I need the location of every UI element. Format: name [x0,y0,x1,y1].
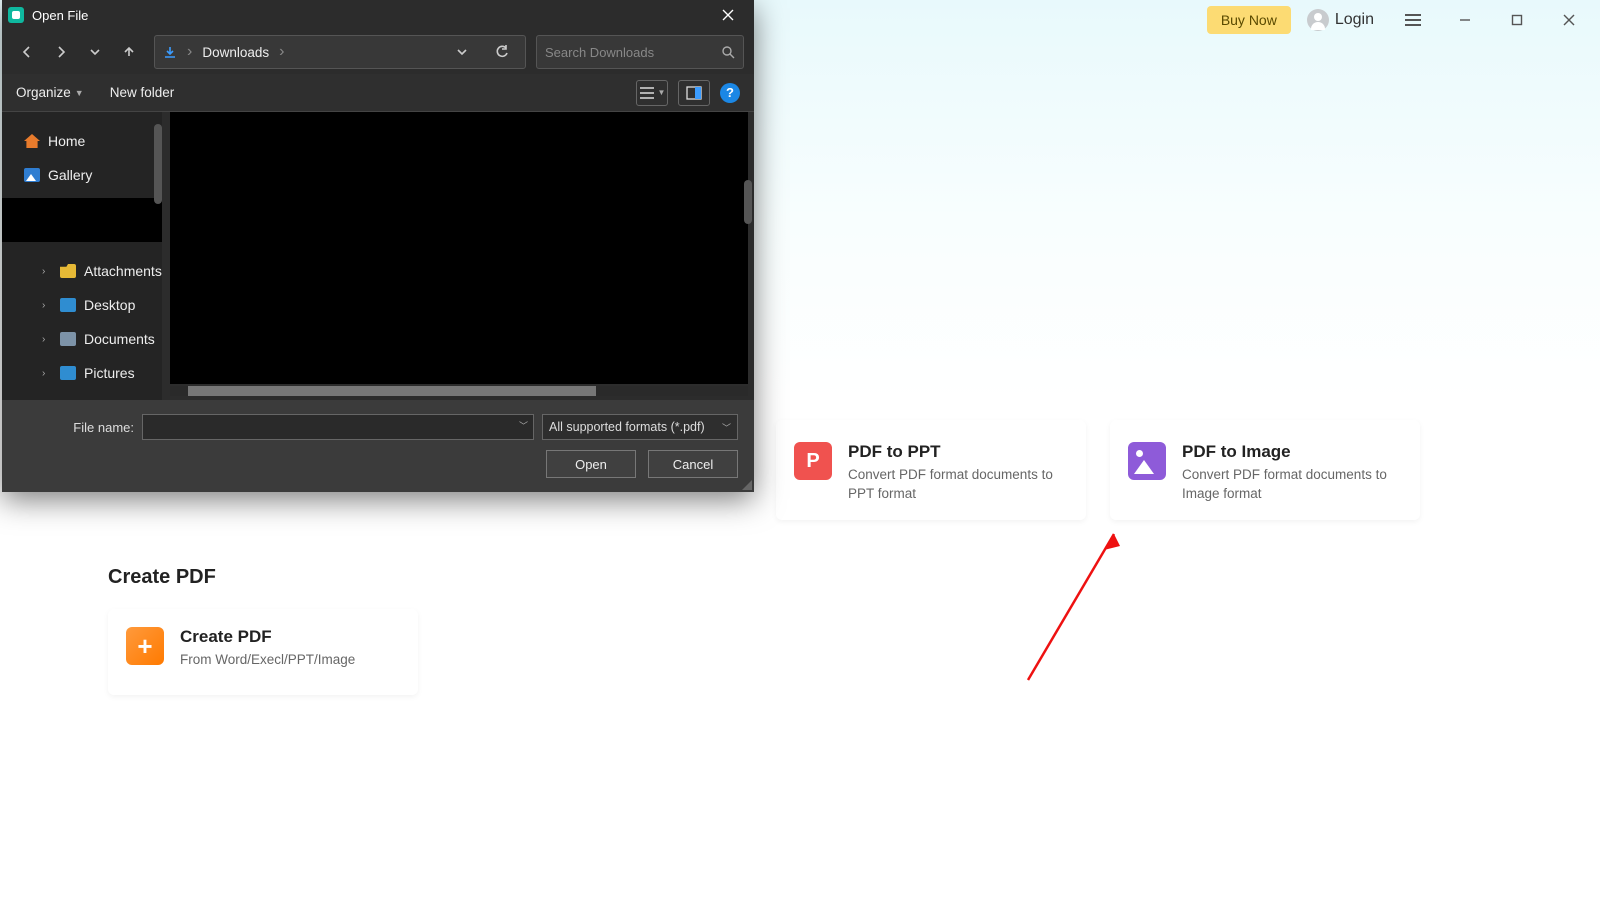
recent-dropdown-button[interactable] [80,37,110,67]
home-icon [24,134,40,148]
organize-button[interactable]: Organize▼ [16,85,84,100]
folder-icon [60,264,76,278]
desktop-icon [60,298,76,312]
search-input[interactable] [545,45,721,60]
minimize-button[interactable] [1442,0,1488,40]
search-icon [721,45,735,59]
card-desc: Convert PDF format documents to Image fo… [1182,466,1402,504]
gallery-icon [24,168,40,182]
avatar-icon [1307,9,1329,31]
horizontal-scrollbar[interactable] [170,386,748,396]
new-folder-button[interactable]: New folder [110,85,175,100]
download-folder-icon [163,45,177,59]
filename-input[interactable] [142,414,534,440]
card-desc: Convert PDF format documents to PPT form… [848,466,1068,504]
create-pdf-card[interactable]: Create PDF From Word/Execl/PPT/Image [108,609,418,695]
tree-redacted-item[interactable] [2,198,162,242]
filetype-select[interactable]: All supported formats (*.pdf) ﹀ [542,414,738,440]
section-title-create: Create PDF [108,566,1420,589]
refresh-button[interactable] [487,37,517,67]
expand-icon[interactable]: › [42,334,52,345]
dialog-footer: File name: ﹀ All supported formats (*.pd… [2,400,754,492]
close-app-button[interactable] [1546,0,1592,40]
chevron-right-icon: › [279,43,284,61]
tree-gallery[interactable]: Gallery [2,158,162,192]
breadcrumb-bar[interactable]: › Downloads › [154,35,526,69]
nav-toolbar: › Downloads › [2,30,754,74]
image-icon [1128,442,1166,480]
plus-icon [126,627,164,665]
expand-icon[interactable]: › [42,368,52,379]
open-file-dialog: Open File › Downloads › Organize▼ New fo… [2,0,754,492]
cancel-button[interactable]: Cancel [648,450,738,478]
preview-pane-button[interactable] [678,80,710,106]
expand-icon[interactable]: › [42,266,52,277]
tree-home[interactable]: Home [2,124,162,158]
maximize-button[interactable] [1494,0,1540,40]
login-button[interactable]: Login [1307,9,1374,31]
buy-now-button[interactable]: Buy Now [1207,6,1291,34]
app-topbar: Buy Now Login [1199,0,1600,40]
expand-icon[interactable]: › [42,300,52,311]
close-dialog-button[interactable] [708,0,748,30]
tools-row: Organize▼ New folder ▼ ? [2,74,754,112]
chevron-down-icon: ﹀ [722,421,731,434]
ppt-icon [794,442,832,480]
card-title: PDF to PPT [848,442,1068,462]
app-logo-icon [8,7,24,23]
search-box[interactable] [536,35,744,69]
card-title: PDF to Image [1182,442,1402,462]
card-title: Create PDF [180,627,355,647]
open-button[interactable]: Open [546,450,636,478]
forward-button[interactable] [46,37,76,67]
pdf-to-image-card[interactable]: PDF to Image Convert PDF format document… [1110,420,1420,520]
tree-pictures[interactable]: ›Pictures [2,356,162,390]
dialog-titlebar[interactable]: Open File [2,0,754,30]
breadcrumb-downloads[interactable]: Downloads [202,45,269,60]
pictures-icon [60,366,76,380]
dialog-title: Open File [32,8,708,23]
dialog-body: Home Gallery ›Attachments ›Desktop ›Docu… [2,112,754,400]
chevron-down-icon[interactable]: ﹀ [519,419,528,432]
chevron-right-icon: › [187,43,192,61]
card-desc: From Word/Execl/PPT/Image [180,651,355,670]
view-mode-button[interactable]: ▼ [636,80,668,106]
history-dropdown-button[interactable] [447,37,477,67]
pdf-to-ppt-card[interactable]: PDF to PPT Convert PDF format documents … [776,420,1086,520]
file-area [162,112,754,400]
help-button[interactable]: ? [720,83,740,103]
documents-icon [60,332,76,346]
tree-documents[interactable]: ›Documents [2,322,162,356]
tree-desktop[interactable]: ›Desktop [2,288,162,322]
back-button[interactable] [12,37,42,67]
filename-label: File name: [18,420,134,435]
tree-scrollbar[interactable] [154,124,162,204]
file-list-scrollbar[interactable] [744,180,752,224]
hamburger-menu-button[interactable] [1390,0,1436,40]
resize-grip[interactable] [740,478,752,490]
file-list[interactable] [170,112,748,384]
scrollbar-thumb[interactable] [188,386,596,396]
up-button[interactable] [114,37,144,67]
tree-attachments[interactable]: ›Attachments [2,254,162,288]
login-label: Login [1335,11,1374,29]
folder-tree: Home Gallery ›Attachments ›Desktop ›Docu… [2,112,162,400]
